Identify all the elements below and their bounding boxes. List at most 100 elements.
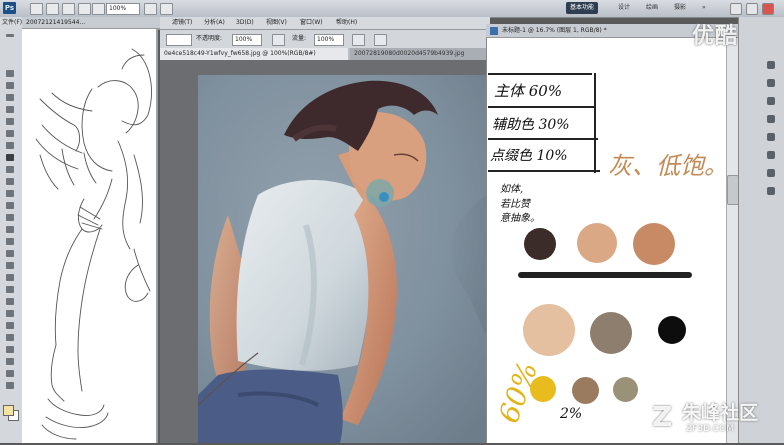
opacity-field[interactable]: 100% [232, 34, 262, 46]
view-extras-icon[interactable] [62, 3, 75, 15]
left-document-title[interactable]: 20072121419544... [22, 17, 160, 29]
note-rule-1 [488, 73, 592, 75]
palette-swatch[interactable] [530, 376, 556, 402]
marquee-tool-icon[interactable] [3, 81, 17, 91]
zoom-level-field[interactable]: 100% [106, 3, 140, 15]
menu-analysis[interactable]: 分析(A) [204, 17, 225, 29]
workspace-design[interactable]: 设计 [614, 2, 634, 14]
history-panel-icon[interactable] [764, 186, 778, 197]
opacity-label: 不透明度: [196, 35, 223, 42]
sponge-tool-icon[interactable] [3, 357, 17, 367]
workspace-basic[interactable]: 基本功能 [566, 2, 599, 14]
palette-swatch[interactable] [577, 223, 617, 263]
move-tool-icon[interactable] [3, 69, 17, 79]
brush-tool-icon[interactable] [3, 153, 17, 163]
mini-bridge-icon[interactable] [46, 3, 59, 15]
blur-tool-icon[interactable] [3, 213, 17, 223]
foreground-color-swatch[interactable] [3, 405, 14, 416]
note-small-2: 若比赞 [500, 199, 530, 210]
hand-tool-icon[interactable] [3, 309, 17, 319]
flow-field[interactable]: 100% [314, 34, 344, 46]
screen-mode-icon[interactable] [160, 3, 173, 15]
zoom-tool-icon[interactable] [92, 3, 105, 15]
brush-mode-select[interactable] [166, 34, 192, 46]
document-tab-strip: 0e4ce518c49-Y1wfvy_fw658.jpg @ 100%(RGB/… [160, 48, 494, 60]
bridge-icon[interactable] [30, 3, 43, 15]
headphone-shape [366, 179, 394, 207]
application-bar: Ps 100% 基本功能 设计 绘画 摄影 » [0, 0, 784, 18]
left-document-canvas[interactable] [22, 29, 158, 443]
clone-stamp-tool-icon[interactable] [3, 165, 17, 175]
channels-panel-icon[interactable] [764, 150, 778, 161]
note-small-3: 意抽象。 [500, 213, 540, 224]
palette-swatch[interactable] [633, 223, 675, 265]
right-document-title-text: 未标题-1 @ 16.7% (图层 1, RGB/8) * [502, 27, 607, 34]
paths-panel-icon[interactable] [764, 168, 778, 179]
menu-help[interactable]: 帮助(H) [336, 17, 357, 29]
zoom-tool-icon[interactable] [3, 321, 17, 331]
eyedropper-tool-icon[interactable] [3, 129, 17, 139]
masks-panel-icon[interactable] [764, 114, 778, 125]
type-tool-icon[interactable] [3, 249, 17, 259]
dodge-tool-icon[interactable] [3, 225, 17, 235]
note-main-ratio: 主体 60% [494, 82, 563, 100]
painting-canvas[interactable] [197, 75, 486, 443]
history-brush-tool-icon[interactable] [3, 177, 17, 187]
pressure-opacity-icon[interactable] [272, 34, 285, 46]
zf3d-watermark: Z 朱峰社区 ZF3D.COM [652, 396, 782, 440]
hand-tool-icon[interactable] [78, 3, 91, 15]
note-small-1: 如体, [500, 184, 524, 195]
flow-label: 流量: [292, 35, 307, 42]
palette-swatch[interactable] [572, 377, 599, 404]
zf3d-name: 朱峰社区 [682, 402, 759, 424]
pen-tool-icon[interactable] [3, 237, 17, 247]
menu-file[interactable]: 文件(F) [2, 17, 22, 29]
maximize-icon[interactable] [746, 3, 758, 15]
note-small-percent: 2% [560, 406, 583, 422]
3d-rotate-tool-icon[interactable] [3, 285, 17, 295]
3d-orbit-tool-icon[interactable] [3, 297, 17, 307]
workspace-photography[interactable]: 摄影 [670, 2, 690, 14]
palette-swatch[interactable] [658, 316, 686, 344]
pressure-size-icon[interactable] [374, 34, 387, 46]
tab-active-painting[interactable]: 0e4ce518c49-Y1wfvy_fw658.jpg @ 100%(RGB/… [160, 48, 348, 60]
note-tool-icon[interactable] [3, 369, 17, 379]
crop-tool-icon[interactable] [3, 117, 17, 127]
palette-swatch[interactable] [590, 312, 632, 354]
shape-tool-icon[interactable] [3, 273, 17, 283]
note-accent-ratio: 点缀色 10% [490, 148, 568, 164]
menu-3d[interactable]: 3D(D) [236, 17, 254, 29]
color-panel-icon[interactable] [764, 60, 778, 71]
palette-swatch[interactable] [523, 304, 575, 356]
path-select-tool-icon[interactable] [3, 261, 17, 271]
palette-swatch[interactable] [524, 228, 556, 260]
menu-filter[interactable]: 滤镜(T) [172, 17, 192, 29]
swatches-panel-icon[interactable] [764, 78, 778, 89]
gradient-tool-icon[interactable] [3, 201, 17, 211]
eraser-tool-icon[interactable] [3, 189, 17, 199]
document-icon [490, 27, 498, 35]
layers-panel-icon[interactable] [764, 132, 778, 143]
pencil-sketch-figure [35, 48, 152, 440]
quick-select-tool-icon[interactable] [3, 105, 17, 115]
airbrush-icon[interactable] [352, 34, 365, 46]
lasso-tool-icon[interactable] [3, 93, 17, 103]
photoshop-logo: Ps [3, 2, 16, 14]
close-icon[interactable] [762, 3, 774, 15]
count-tool-icon[interactable] [3, 381, 17, 391]
healing-brush-tool-icon[interactable] [3, 141, 17, 151]
arrange-documents-icon[interactable] [144, 3, 157, 15]
rotate-view-tool-icon[interactable] [3, 333, 17, 343]
panel-collapse-icon[interactable] [3, 33, 17, 43]
menu-window[interactable]: 窗口(W) [300, 17, 323, 29]
zf3d-url: ZF3D.COM [686, 424, 734, 434]
tab-second-document[interactable]: 20072819080d0020d4579b4939.jpg [350, 48, 494, 60]
menu-view[interactable]: 视图(V) [266, 17, 287, 29]
minimize-icon[interactable] [730, 3, 742, 15]
workspace-painting[interactable]: 绘画 [642, 2, 662, 14]
adjustments-panel-icon[interactable] [764, 96, 778, 107]
smudge-tool-icon[interactable] [3, 345, 17, 355]
note-secondary-ratio: 辅助色 30% [492, 117, 570, 133]
palette-swatch[interactable] [613, 377, 638, 402]
workspace-more[interactable]: » [698, 2, 710, 14]
